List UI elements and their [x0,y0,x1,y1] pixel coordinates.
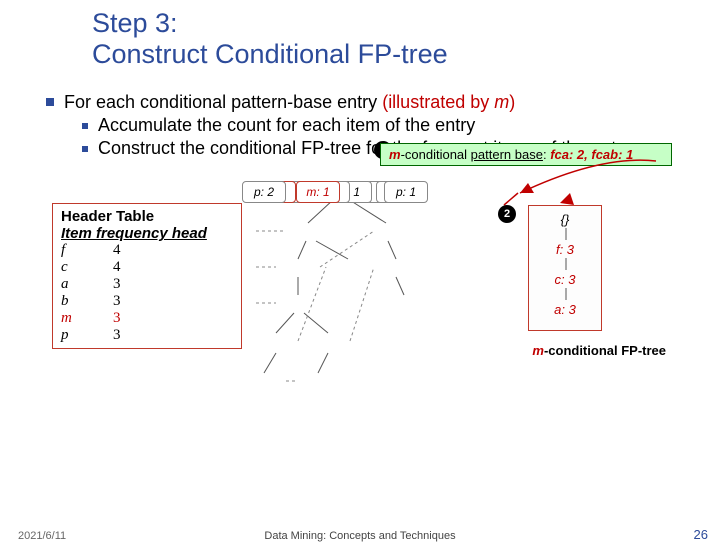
tree-edges-icon [256,181,496,441]
header-table: Header Table Item frequency head f4 c4 a… [52,203,242,349]
table-row: c4 [61,259,233,276]
conditional-tree-label: m-conditional FP-tree [532,343,666,358]
bullet-sub1: Accumulate the count for each item of th… [46,115,674,136]
header-table-cols: Item frequency head [61,225,233,242]
square-bullet-icon [82,146,88,152]
bullet-main: For each conditional pattern-base entry … [46,92,674,113]
footer-title: Data Mining: Concepts and Techniques [0,530,720,542]
table-row: b3 [61,293,233,310]
tree-node: p: 1 [384,181,428,203]
table-row: f4 [61,242,233,259]
table-row: p3 [61,327,233,344]
square-bullet-icon [46,98,54,106]
table-row: a3 [61,276,233,293]
tree-node: m: 1 [296,181,340,203]
header-table-title: Header Table [61,208,233,225]
square-bullet-icon [82,123,88,129]
table-row: m3 [61,310,233,327]
tree-node: p: 2 [242,181,286,203]
title-line1: Step 3: [92,8,178,38]
conditional-fp-tree: {} f: 3 c: 3 a: 3 [528,205,602,331]
cond-edges-icon [563,206,569,326]
title-line2: Construct Conditional FP-tree [92,39,448,69]
